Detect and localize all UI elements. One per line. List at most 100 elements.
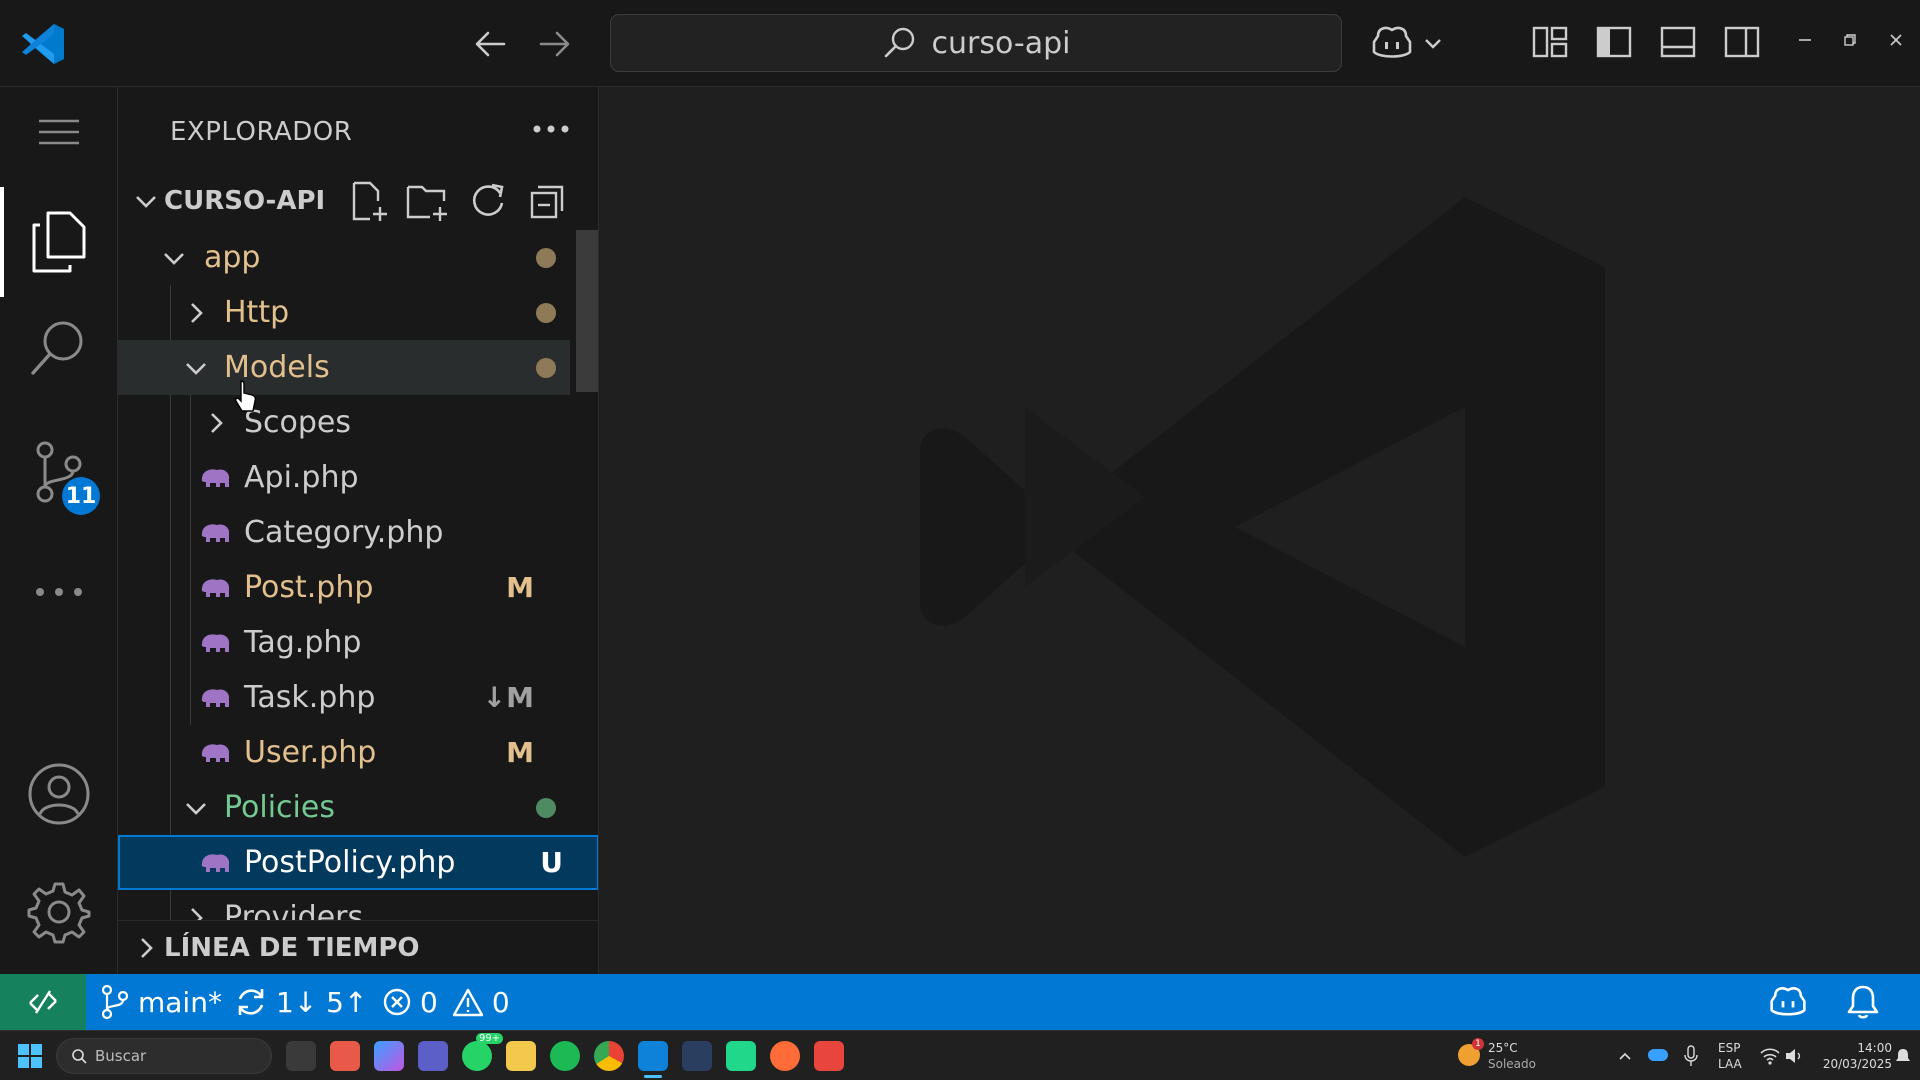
- app-jetbrains-icon[interactable]: [726, 1041, 756, 1071]
- tree-folder-policies[interactable]: Policies: [118, 780, 570, 835]
- collapse-all-icon[interactable]: [526, 179, 570, 223]
- toggle-panel-icon[interactable]: [1658, 22, 1698, 62]
- new-folder-icon[interactable]: [406, 179, 450, 223]
- wifi-icon[interactable]: [1760, 1047, 1780, 1065]
- minimize-icon[interactable]: [1793, 28, 1817, 52]
- customize-layout-icon[interactable]: [1530, 22, 1570, 62]
- onedrive-icon[interactable]: [1648, 1049, 1668, 1061]
- copilot-menu-button[interactable]: [1370, 20, 1450, 66]
- folder-label: Http: [224, 295, 290, 330]
- chevron-down-icon: [136, 196, 156, 208]
- sync-counts: 1↓ 5↑: [276, 985, 368, 1019]
- app-chrome-icon[interactable]: [594, 1041, 624, 1071]
- php-file-icon: [201, 853, 230, 872]
- task-view-icon[interactable]: [286, 1041, 316, 1071]
- explorer-title: EXPLORADOR: [170, 117, 353, 147]
- explorer-view-button[interactable]: [0, 187, 118, 297]
- tree-file-user[interactable]: User.php M: [118, 725, 570, 780]
- app-red-icon[interactable]: [814, 1041, 844, 1071]
- app-file-explorer-icon[interactable]: [506, 1041, 536, 1071]
- toggle-secondary-sidebar-icon[interactable]: [1722, 22, 1762, 62]
- title-bar: curso-api: [0, 0, 1920, 87]
- php-file-icon: [201, 468, 230, 487]
- refresh-icon[interactable]: [466, 179, 510, 223]
- untracked-dot: [536, 797, 556, 818]
- tray-overflow-icon[interactable]: [1618, 1049, 1632, 1063]
- app-teams-icon[interactable]: [418, 1041, 448, 1071]
- tree-file-postpolicy[interactable]: PostPolicy.php U: [118, 835, 598, 890]
- app-whatsapp-icon[interactable]: [462, 1041, 492, 1071]
- hand-cursor-icon: [235, 380, 257, 412]
- sync-icon: [238, 989, 264, 1015]
- hamburger-menu-icon: [39, 119, 79, 145]
- close-icon[interactable]: [1884, 28, 1908, 52]
- active-indicator: [0, 187, 4, 297]
- source-control-view-button[interactable]: 11: [0, 427, 118, 517]
- notifications-bell-icon[interactable]: [1846, 984, 1880, 1020]
- tree-folder-app[interactable]: app: [118, 230, 570, 285]
- menu-button[interactable]: [0, 87, 118, 177]
- copilot-status-icon[interactable]: [1768, 982, 1808, 1022]
- whatsapp-badge: 99+: [476, 1033, 504, 1044]
- problems-indicator[interactable]: 0 0: [382, 974, 510, 1030]
- file-label: Api.php: [244, 460, 359, 495]
- weather-badge: 1: [1472, 1038, 1484, 1050]
- status-bar: main* 1↓ 5↑ 0 0: [0, 974, 1920, 1030]
- app-spotify-icon[interactable]: [550, 1041, 580, 1071]
- app-generic-icon[interactable]: [682, 1041, 712, 1071]
- source-control-badge: 11: [62, 477, 100, 515]
- activity-bar: 11: [0, 87, 118, 974]
- more-actions-icon[interactable]: [526, 109, 576, 149]
- timeline-section-header[interactable]: LÍNEA DE TIEMPO: [118, 920, 598, 974]
- restore-icon[interactable]: [1838, 28, 1862, 52]
- modified-dot: [536, 302, 556, 323]
- folder-label: app: [204, 240, 261, 275]
- tree-file-tag[interactable]: Tag.php: [118, 615, 570, 670]
- chevron-right-icon: [191, 302, 203, 323]
- branch-indicator[interactable]: main*: [100, 974, 222, 1030]
- tree-file-category[interactable]: Category.php: [118, 505, 570, 560]
- app-copilot-icon[interactable]: [374, 1041, 404, 1071]
- accounts-button[interactable]: [0, 749, 118, 839]
- tree-file-task[interactable]: Task.php ↓M: [118, 670, 570, 725]
- manage-button[interactable]: [0, 867, 118, 957]
- forward-arrow-icon[interactable]: [535, 24, 575, 64]
- modified-dot: [536, 247, 556, 268]
- sync-indicator[interactable]: 1↓ 5↑: [234, 974, 367, 1030]
- tree-folder-http[interactable]: Http: [118, 285, 570, 340]
- chevron-down-icon: [164, 252, 184, 265]
- ellipsis-icon: [36, 588, 82, 596]
- taskbar-search[interactable]: Buscar: [56, 1038, 272, 1074]
- microphone-icon[interactable]: [1684, 1045, 1698, 1067]
- tree-folder-models[interactable]: Models: [118, 340, 570, 395]
- windows-start-icon[interactable]: [18, 1044, 42, 1068]
- clock-time[interactable]: 14:00: [1844, 1041, 1892, 1056]
- php-file-icon: [201, 633, 230, 652]
- editor-area: [600, 87, 1920, 974]
- volume-icon[interactable]: [1784, 1047, 1804, 1065]
- notification-center-icon[interactable]: [1894, 1047, 1912, 1065]
- new-file-icon[interactable]: [346, 179, 390, 223]
- search-view-button[interactable]: [0, 302, 118, 392]
- php-file-icon: [201, 578, 230, 597]
- tree-file-api[interactable]: Api.php: [118, 450, 570, 505]
- warning-icon: [452, 988, 484, 1017]
- tree-scrollbar[interactable]: [576, 230, 598, 392]
- app-postman-icon[interactable]: [770, 1041, 800, 1071]
- back-arrow-icon[interactable]: [470, 24, 510, 64]
- more-views-button[interactable]: [0, 547, 118, 637]
- input-language[interactable]: ESP: [1718, 1041, 1740, 1056]
- command-center-search[interactable]: curso-api: [610, 14, 1342, 72]
- app-office-icon[interactable]: [330, 1041, 360, 1071]
- copilot-icon: [1372, 26, 1412, 58]
- toggle-primary-sidebar-icon[interactable]: [1594, 22, 1634, 62]
- remote-indicator[interactable]: [0, 974, 86, 1030]
- remote-icon: [29, 990, 57, 1014]
- vscode-watermark-icon: [920, 197, 1605, 857]
- tree-folder-scopes[interactable]: Scopes: [118, 395, 570, 450]
- chevron-down-icon: [186, 362, 206, 375]
- tree-file-post[interactable]: Post.php M: [118, 560, 570, 615]
- app-vscode-icon[interactable]: [638, 1041, 668, 1071]
- clock-date: 20/03/2025: [1822, 1057, 1892, 1071]
- timeline-title: LÍNEA DE TIEMPO: [164, 932, 420, 963]
